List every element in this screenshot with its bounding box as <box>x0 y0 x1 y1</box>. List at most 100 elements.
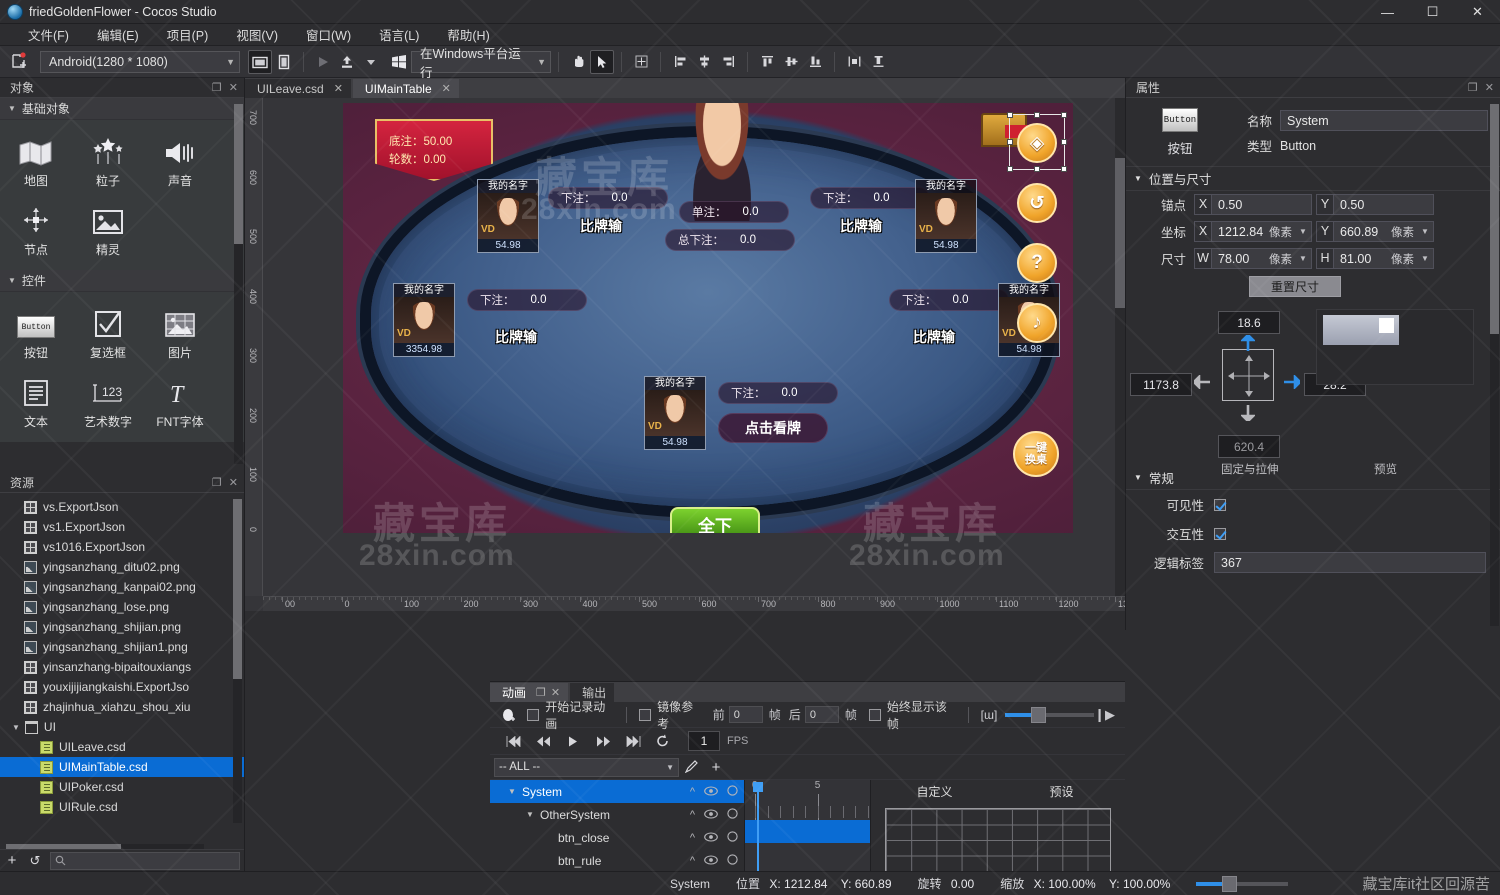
hand-tool-button[interactable] <box>566 50 590 74</box>
landscape-orientation-button[interactable] <box>248 49 272 74</box>
visible-checkbox[interactable] <box>1214 498 1226 511</box>
player-seat-self[interactable]: 我的名字 VD 54.98 <box>644 376 706 450</box>
tab-custom-curve[interactable]: 自定义 <box>871 780 998 804</box>
resource-item[interactable]: yingsanzhang_lose.png <box>0 597 244 617</box>
add-resource-button[interactable]: + <box>0 852 24 869</box>
lock-circle-icon[interactable] <box>727 784 738 799</box>
play-button[interactable] <box>558 730 588 752</box>
logic-tag-input[interactable]: 367 <box>1214 552 1486 573</box>
edit-animation-icon[interactable] <box>679 759 705 776</box>
margin-top-input[interactable]: 18.6 <box>1218 311 1280 334</box>
resource-item[interactable]: youxijijiangkaishi.ExportJso <box>0 677 244 697</box>
change-table-button[interactable]: 一键 换桌 <box>1013 431 1059 477</box>
zoom-slider[interactable] <box>1196 875 1289 892</box>
object-item-text[interactable]: 文本 <box>0 369 72 438</box>
player-seat-2[interactable]: 我的名字 VD 54.98 <box>915 179 977 253</box>
maximize-button[interactable]: ☐ <box>1410 0 1455 24</box>
chevron-down-icon[interactable]: ▼ <box>1295 227 1311 236</box>
object-item-fnt[interactable]: T FNT字体 <box>144 369 216 438</box>
close-button[interactable]: ✕ <box>1455 0 1500 24</box>
tab-preset-curve[interactable]: 预设 <box>998 780 1125 804</box>
publish-dropdown-icon[interactable] <box>359 50 383 74</box>
object-item-sound[interactable]: 声音 <box>144 128 216 197</box>
resources-list[interactable]: vs.ExportJson vs1.ExportJson vs1016.Export… <box>0 493 244 849</box>
float-icon[interactable]: ❐ <box>212 81 222 94</box>
anchor-x-field[interactable]: X 0.50 <box>1194 194 1312 215</box>
chevron-down-icon[interactable]: ▼ <box>1417 254 1433 263</box>
eye-icon[interactable] <box>704 831 718 845</box>
group-header-widgets[interactable]: ▼ 控件 <box>0 270 244 292</box>
resource-item[interactable]: vs.ExportJson <box>0 497 244 517</box>
animation-tree-item[interactable]: btn_rule ^ <box>490 849 744 871</box>
chevron-down-icon[interactable]: ▼ <box>1295 254 1311 263</box>
timeline[interactable]: 0510152025303540455055 <box>745 780 870 871</box>
resource-item[interactable]: UIMainTable.csd <box>0 757 244 777</box>
loop-button[interactable] <box>648 730 678 752</box>
before-frames-input[interactable]: 0 <box>728 706 763 723</box>
portrait-orientation-button[interactable] <box>272 50 296 74</box>
align-top-icon[interactable] <box>755 50 779 74</box>
publish-icon[interactable] <box>335 50 359 74</box>
game-preview[interactable]: 底注：50.00 轮数：0.00 单注： 0.0 总下注： 0.0 下注： 0.… <box>343 103 1073 533</box>
go-to-end-button[interactable] <box>618 730 648 752</box>
animation-node-tree[interactable]: ▼ System ^ ▼ OtherSystem ^ btn_close ^ btn_rule ^… <box>490 780 745 871</box>
all-in-button[interactable]: 全下 <box>670 507 760 533</box>
float-icon[interactable]: ❐ <box>212 476 222 489</box>
play-button[interactable] <box>311 50 335 74</box>
resource-item[interactable]: UIPoker.csd <box>0 777 244 797</box>
object-item-button[interactable]: Button 按钮 <box>0 300 72 369</box>
animation-select[interactable]: -- ALL -- ▼ <box>494 757 679 777</box>
margin-bottom-input[interactable]: 620.4 <box>1218 435 1280 458</box>
resource-item[interactable]: yingsanzhang_shijian1.png <box>0 637 244 657</box>
resource-item[interactable]: yingsanzhang_kanpai02.png <box>0 577 244 597</box>
resolution-select[interactable]: Android(1280 * 1080) ▼ <box>40 50 240 73</box>
close-icon[interactable]: ✕ <box>1485 81 1494 94</box>
section-position-size[interactable]: ▼ 位置与尺寸 <box>1126 167 1500 191</box>
object-item-particle[interactable]: 粒子 <box>72 128 144 197</box>
interactive-checkbox[interactable] <box>1214 527 1226 540</box>
selection-handles[interactable] <box>1007 112 1067 172</box>
object-item-artnumber[interactable]: 123 艺术数字 <box>72 369 144 438</box>
eye-icon[interactable] <box>704 808 718 822</box>
object-item-node[interactable]: 节点 <box>0 197 72 266</box>
sound-button[interactable]: ♪ <box>1017 303 1057 343</box>
group-header-basic[interactable]: ▼ 基础对象 <box>0 98 244 120</box>
object-item-map[interactable]: 地图 <box>0 128 72 197</box>
reset-size-button[interactable]: 重置尺寸 <box>1249 276 1341 297</box>
menu-project[interactable]: 项目(P) <box>153 23 223 46</box>
resource-item[interactable]: vs1.ExportJson <box>0 517 244 537</box>
look-card-button[interactable]: 点击看牌 <box>718 413 828 443</box>
resource-search-input[interactable] <box>50 851 240 870</box>
animation-tree-item[interactable]: ▼ System ^ <box>490 780 744 803</box>
add-animation-button[interactable]: + <box>705 759 727 776</box>
menu-view[interactable]: 视图(V) <box>222 23 292 46</box>
after-frames-input[interactable]: 0 <box>804 706 839 723</box>
eye-icon[interactable] <box>704 854 718 868</box>
objects-scrollbar[interactable] <box>234 104 243 464</box>
resources-scrollbar[interactable] <box>233 499 242 823</box>
design-viewport[interactable]: 底注：50.00 轮数：0.00 单注： 0.0 总下注： 0.0 下注： 0.… <box>263 98 1125 596</box>
tab-uimaintable[interactable]: UIMainTable ✕ <box>352 79 459 98</box>
refresh-icon[interactable]: ↺ <box>24 853 46 869</box>
timeline-track-system[interactable] <box>745 820 870 843</box>
previous-frame-button[interactable] <box>528 730 558 752</box>
distribute-vertical-icon[interactable] <box>866 50 890 74</box>
collapse-icon[interactable]: ^ <box>690 832 695 844</box>
size-height-field[interactable]: H 81.00 像素 ▼ <box>1316 248 1434 269</box>
animation-tree-item[interactable]: ▼ OtherSystem ^ <box>490 803 744 826</box>
object-item-sprite[interactable]: 精灵 <box>72 197 144 266</box>
fps-input[interactable]: 1 <box>688 731 720 751</box>
align-left-icon[interactable] <box>668 50 692 74</box>
resource-item[interactable]: UILeave.csd <box>0 737 244 757</box>
timeline-zoom-slider[interactable] <box>1005 706 1095 723</box>
menu-window[interactable]: 窗口(W) <box>292 23 365 46</box>
align-middle-icon[interactable] <box>779 50 803 74</box>
float-icon[interactable]: ❐ <box>1468 81 1478 94</box>
object-item-image[interactable]: 图片 <box>144 300 216 369</box>
resource-item[interactable]: vs1016.ExportJson <box>0 537 244 557</box>
go-to-start-button[interactable] <box>498 730 528 752</box>
resource-item[interactable]: zhajinhua_xiahzu_shou_xiu <box>0 697 244 717</box>
collapse-icon[interactable]: ^ <box>690 786 695 798</box>
viewport-scrollbar[interactable] <box>1115 98 1125 596</box>
close-icon[interactable]: ✕ <box>334 82 343 95</box>
